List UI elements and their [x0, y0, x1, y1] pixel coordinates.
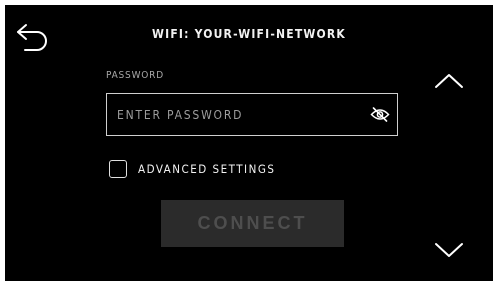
scroll-up-button[interactable] — [434, 72, 464, 90]
password-label: PASSWORD — [106, 70, 164, 81]
advanced-settings-checkbox[interactable] — [109, 160, 127, 178]
advanced-settings-toggle[interactable]: ADVANCED SETTINGS — [109, 158, 275, 180]
wifi-password-screen: WIFI: YOUR-WIFI-NETWORK PASSWORD ADVANCE… — [5, 5, 493, 281]
chevron-down-icon — [435, 243, 463, 257]
password-field[interactable] — [106, 93, 398, 136]
toggle-password-visibility-button[interactable] — [370, 107, 390, 122]
page-title: WIFI: YOUR-WIFI-NETWORK — [152, 27, 346, 41]
scroll-down-button[interactable] — [434, 241, 464, 259]
eye-slash-icon — [370, 107, 390, 122]
chevron-up-icon — [435, 74, 463, 88]
advanced-settings-label: ADVANCED SETTINGS — [138, 162, 276, 176]
password-input[interactable] — [107, 94, 347, 135]
connect-button[interactable]: CONNECT — [161, 200, 344, 247]
